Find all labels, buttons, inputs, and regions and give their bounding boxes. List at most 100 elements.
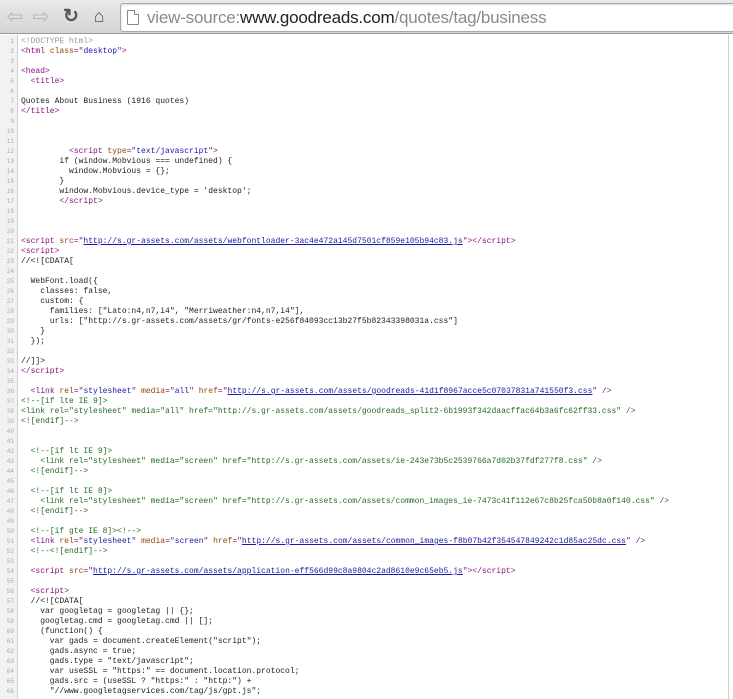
back-icon: ⇦ xyxy=(6,5,24,28)
attribute-name: rel xyxy=(59,537,74,546)
source-line: 63 gads.type = "text/javascript"; xyxy=(0,657,733,667)
html-comment: <![endif]--> xyxy=(21,417,79,426)
source-line: 7 Quotes About Business (1916 quotes) xyxy=(0,97,733,107)
source-line: 39 <![endif]--> xyxy=(0,417,733,427)
line-code: <html class="desktop"> xyxy=(21,47,127,57)
html-tag: " xyxy=(131,537,142,546)
url-scheme: view-source: xyxy=(147,7,241,27)
line-number: 11 xyxy=(6,138,14,145)
html-tag: <link xyxy=(30,387,60,396)
code-text: } xyxy=(21,177,65,186)
source-line: 19 xyxy=(0,217,733,227)
line-code: Quotes About Business (1916 quotes) xyxy=(21,97,189,107)
code-text: WebFont.load({ xyxy=(21,277,98,286)
line-code: (function() { xyxy=(21,627,103,637)
line-code: <!DOCTYPE html> xyxy=(21,37,93,47)
source-line: 34 </script> xyxy=(0,367,733,377)
line-number: 2 xyxy=(10,48,14,55)
source-line: 1 <!DOCTYPE html> xyxy=(0,37,733,47)
source-line: 49 xyxy=(0,517,733,527)
line-number: 63 xyxy=(6,658,14,665)
source-line: 50 <!--[if gte IE 8]><!--> xyxy=(0,527,733,537)
view-source-content: 1 <!DOCTYPE html> 2 <html class="desktop"> 3… xyxy=(0,35,733,699)
source-line: 20 xyxy=(0,227,733,237)
reload-button[interactable]: ↻ xyxy=(60,5,82,27)
html-tag: <title> xyxy=(30,77,65,86)
line-code: families: ["Lato:n4,n7,i4", "Merriweathe… xyxy=(21,307,304,317)
line-number: 10 xyxy=(6,128,14,135)
code-text: urls: ["http://s.gr-assets.com/assets/gr… xyxy=(21,317,458,326)
html-tag: =" xyxy=(165,537,175,546)
forward-button[interactable]: ⇨ xyxy=(30,5,52,28)
source-line: 58 var googletag = googletag || {}; xyxy=(0,607,733,617)
line-code: WebFont.load({ xyxy=(21,277,98,287)
source-line: 6 xyxy=(0,87,733,97)
line-code: gads.src = (useSSL ? "https:" : "http:")… xyxy=(21,677,252,687)
line-number: 64 xyxy=(6,668,14,675)
line-code: <link rel="stylesheet" media="screen" hr… xyxy=(21,457,602,467)
line-code: //]]> xyxy=(21,357,45,367)
code-text: var gads = document.createElement("scrip… xyxy=(21,637,262,646)
source-line: 52 <!--<![endif]--> xyxy=(0,547,733,557)
line-number: 35 xyxy=(6,378,14,385)
line-number: 47 xyxy=(6,498,14,505)
line-code: } xyxy=(21,327,45,337)
source-link[interactable]: http://s.gr-assets.com/assets/common_ima… xyxy=(242,537,626,546)
line-code: gads.async = true; xyxy=(21,647,136,657)
line-code: if (window.Mobvious === undefined) { xyxy=(21,157,232,167)
source-link[interactable]: http://s.gr-assets.com/assets/goodreads-… xyxy=(228,387,593,396)
source-line: 55 xyxy=(0,577,733,587)
html-tag: =" xyxy=(83,567,94,576)
line-code: <script> xyxy=(21,247,59,257)
line-number: 60 xyxy=(6,628,14,635)
source-line: 46 <!--[if lt IE 8]> xyxy=(0,487,733,497)
home-button[interactable]: ⌂ xyxy=(88,5,110,27)
html-tag: =" xyxy=(73,237,84,246)
html-tag: =" xyxy=(232,537,242,546)
line-code: //<![CDATA[ xyxy=(21,257,74,267)
code-text: //<![CDATA[ xyxy=(21,597,84,606)
source-line: 11 xyxy=(0,137,733,147)
source-line: 65 gads.src = (useSSL ? "https:" : "http… xyxy=(0,677,733,687)
source-line: 64 var useSSL = "https:" == document.loc… xyxy=(0,667,733,677)
code-text: gads.src = (useSSL ? "https:" : "http:")… xyxy=(21,677,252,686)
html-tag: =" xyxy=(73,47,84,56)
line-number: 12 xyxy=(6,148,14,155)
line-code: <!--[if lte IE 9]> xyxy=(21,397,107,407)
html-tag: <script xyxy=(30,567,70,576)
source-line: 33 //]]> xyxy=(0,357,733,367)
line-number: 43 xyxy=(6,458,14,465)
source-line: 4 <head> xyxy=(0,67,733,77)
html-tag: <script> xyxy=(21,247,60,256)
line-number: 27 xyxy=(6,298,14,305)
line-code: <script> xyxy=(21,587,69,597)
source-line: 12 <script type="text/javascript"> xyxy=(0,147,733,157)
line-code: </title> xyxy=(21,107,59,117)
attribute-name: media xyxy=(141,387,166,396)
source-line: 5 <title> xyxy=(0,77,733,87)
html-comment: <link rel="stylesheet" media="all" href=… xyxy=(21,407,636,416)
address-bar[interactable]: view-source:www.goodreads.com/quotes/tag… xyxy=(120,3,733,32)
source-line: 21 <script src="http://s.gr-assets.com/as… xyxy=(0,237,733,247)
code-text: (function() { xyxy=(21,627,103,636)
back-button[interactable]: ⇦ xyxy=(4,5,26,28)
source-line: 56 <script> xyxy=(0,587,733,597)
line-number: 38 xyxy=(6,408,14,415)
source-link[interactable]: http://s.gr-assets.com/assets/applicatio… xyxy=(93,567,463,576)
source-line: 2 <html class="desktop"> xyxy=(0,47,733,57)
source-link[interactable]: http://s.gr-assets.com/assets/webfontloa… xyxy=(83,237,462,246)
source-line: 3 xyxy=(0,57,733,67)
html-tag: =" xyxy=(73,387,84,396)
source-line: 48 <![endif]--> xyxy=(0,507,733,517)
source-line: 45 xyxy=(0,477,733,487)
line-number: 26 xyxy=(6,288,14,295)
attribute-value: text/javascript xyxy=(136,147,209,156)
line-number: 61 xyxy=(6,638,14,645)
line-code: googletag.cmd = googletag.cmd || []; xyxy=(21,617,213,627)
line-number: 51 xyxy=(6,538,14,545)
code-text: } xyxy=(21,327,46,336)
source-line: 62 gads.async = true; xyxy=(0,647,733,657)
home-icon: ⌂ xyxy=(93,5,105,26)
url-text[interactable]: view-source:www.goodreads.com/quotes/tag… xyxy=(147,7,547,28)
